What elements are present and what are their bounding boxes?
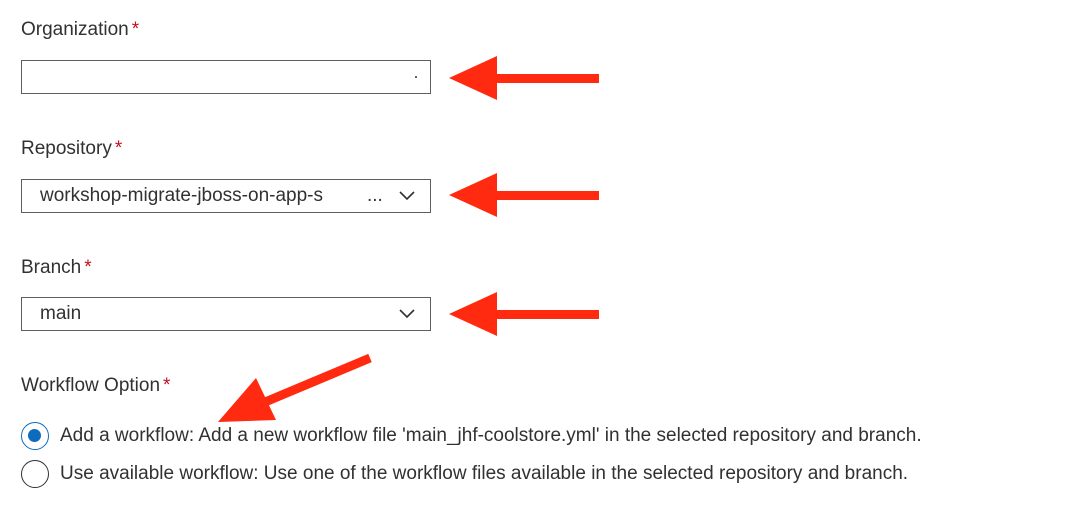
organization-label: Organization * — [21, 18, 139, 42]
chevron-down-icon — [399, 309, 415, 319]
workflow-option-label: Workflow Option * — [21, 374, 170, 398]
chevron-down-icon — [399, 191, 415, 201]
repository-overflow-ellipsis: ... — [367, 185, 383, 206]
required-mark: * — [84, 257, 92, 278]
repository-label: Repository * — [21, 137, 122, 161]
radio-button-checked[interactable] — [21, 422, 49, 450]
branch-dropdown-value: main — [40, 303, 82, 324]
branch-dropdown[interactable]: main — [21, 297, 431, 331]
repository-dropdown[interactable]: workshop-migrate-jboss-on-app-s ... — [21, 179, 431, 213]
organization-label-text: Organization — [21, 19, 129, 40]
organization-input[interactable] — [21, 60, 431, 94]
arrow-annotation-icon — [449, 56, 599, 100]
radio-add-workflow-label: Add a workflow: Add a new workflow file … — [60, 425, 922, 446]
arrow-annotation-icon — [218, 353, 372, 422]
repository-label-text: Repository — [21, 138, 112, 159]
radio-button-unchecked[interactable] — [21, 460, 49, 488]
workflow-option-label-text: Workflow Option — [21, 375, 161, 396]
arrow-annotation-icon — [449, 173, 599, 217]
branch-label-text: Branch — [21, 257, 82, 278]
cursor-mark — [415, 76, 417, 78]
required-mark: * — [131, 19, 140, 40]
branch-label: Branch * — [21, 256, 92, 280]
required-mark: * — [163, 375, 171, 396]
radio-use-available-workflow-label: Use available workflow: Use one of the w… — [60, 463, 909, 484]
repository-dropdown-value: workshop-migrate-jboss-on-app-s — [40, 185, 323, 206]
required-mark: * — [114, 138, 123, 159]
arrow-annotation-icon — [449, 292, 599, 336]
